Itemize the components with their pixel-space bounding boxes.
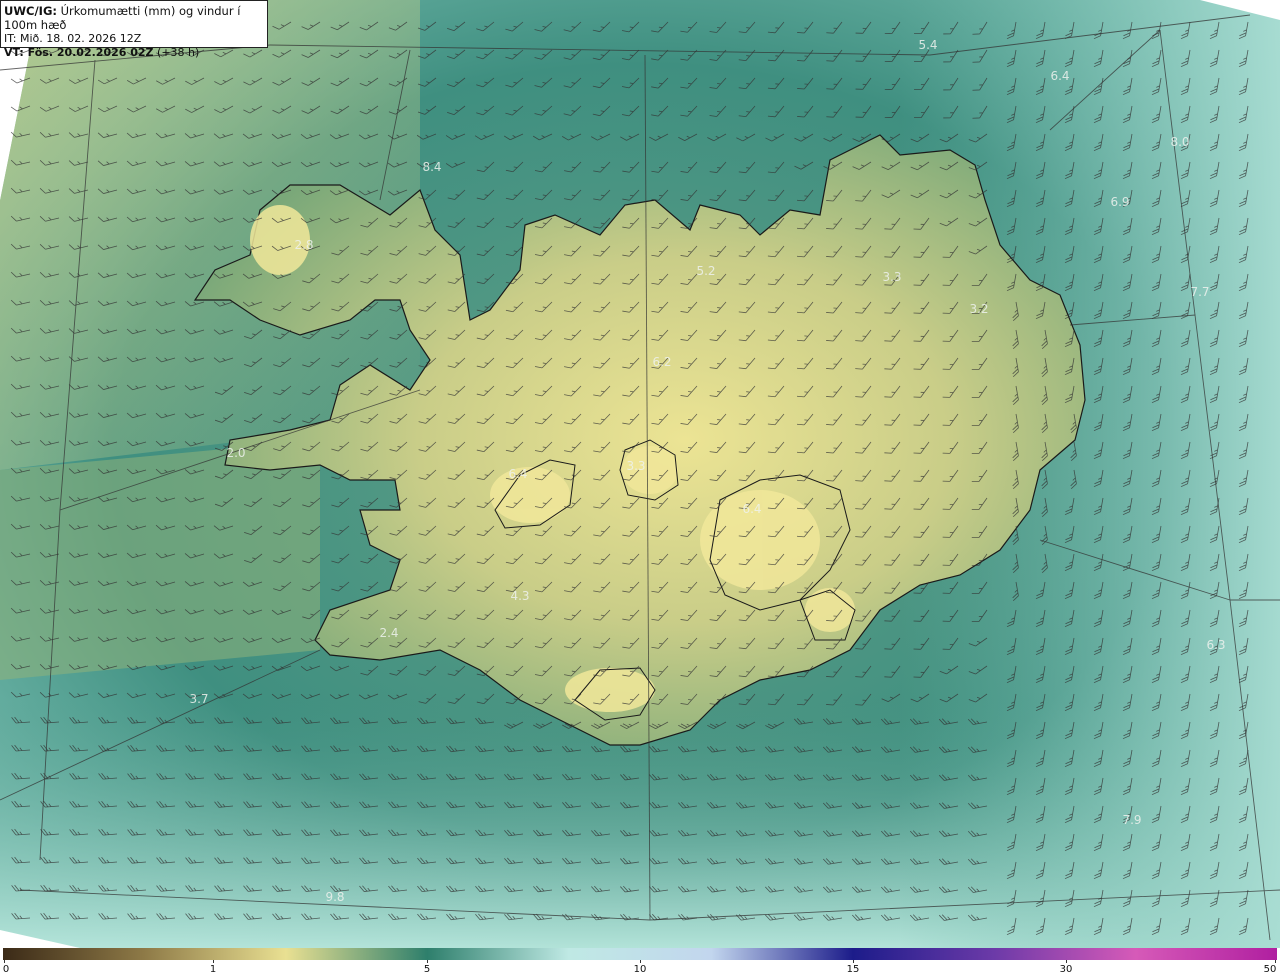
map-value-label: 2.8 [294,238,313,252]
title-line: UWC/IG: Úrkomumætti (mm) og vindur í 100… [4,4,264,32]
map-value-label: 6.4 [1050,69,1069,83]
map-value-label: 6.3 [1206,638,1225,652]
colorbar-tickmark [427,960,428,963]
colorbar-tick-label: 10 [633,964,647,975]
map-value-label: 6.4 [508,467,527,481]
map-value-label: 5.2 [696,264,715,278]
map-value-label: 6.9 [1110,195,1129,209]
map-value-label: 3.7 [189,692,208,706]
west-band [0,440,320,680]
colorbar-gradient [3,948,1277,960]
map-value-label: 6.2 [652,355,671,369]
map-value-label: 5.4 [918,38,937,52]
colorbar-tickmark [640,960,641,963]
valid-time: VT: Fös. 20.02.2026 02Z [4,46,154,59]
colorbar-tick-label: 50 [1263,964,1277,975]
colorbar: 0 1 5 10 15 30 50 [0,948,1280,978]
colorbar-tick-label: 15 [846,964,860,975]
colorbar-tickmark [213,960,214,963]
map-value-label: 3.3 [626,459,645,473]
valid-line: VT: Fös. 20.02.2026 02Z (+38 h) [4,46,264,60]
lead-time: (+38 h) [153,46,200,59]
colorbar-tick-label: 5 [423,964,431,975]
map-value-label: 3.2 [969,302,988,316]
colorbar-tickmark [853,960,854,963]
map-value-label: 8.0 [1170,135,1189,149]
colorbar-tick-label: 0 [2,964,10,975]
colorbar-tick-label: 30 [1059,964,1073,975]
map-value-label: 2.0 [226,446,245,460]
weather-map: 5.4 6.4 8.4 2.8 5.2 3.3 3.2 6.9 8.0 7.7 6.2 4.3 2.4 3… [0,0,1280,948]
map-value-label: 7.7 [1190,285,1209,299]
map-value-label: 9.8 [325,890,344,904]
colorbar-tickmark [1066,960,1067,963]
map-value-label: 6.4 [742,502,761,516]
map-value-label: 2.4 [379,626,398,640]
map-value-label: 4.3 [510,589,529,603]
init-time: IT: Mið. 18. 02. 2026 12Z [4,32,142,45]
map-value-label: 8.4 [422,160,441,174]
map-value-label: 3.3 [882,270,901,284]
map-value-label: 7.9 [1122,813,1141,827]
colorbar-tick-label: 1 [209,964,217,975]
colorbar-tickmark [4,960,5,963]
info-box: UWC/IG: Úrkomumætti (mm) og vindur í 100… [0,0,268,59]
colorbar-tickmark [1275,960,1276,963]
model-name: UWC/IG: [4,4,57,18]
precipitation-wind-map: 5.4 6.4 8.4 2.8 5.2 3.3 3.2 6.9 8.0 7.7 6.2 4.3 2.4 3… [0,0,1280,948]
colorbar-scale [3,948,1277,960]
